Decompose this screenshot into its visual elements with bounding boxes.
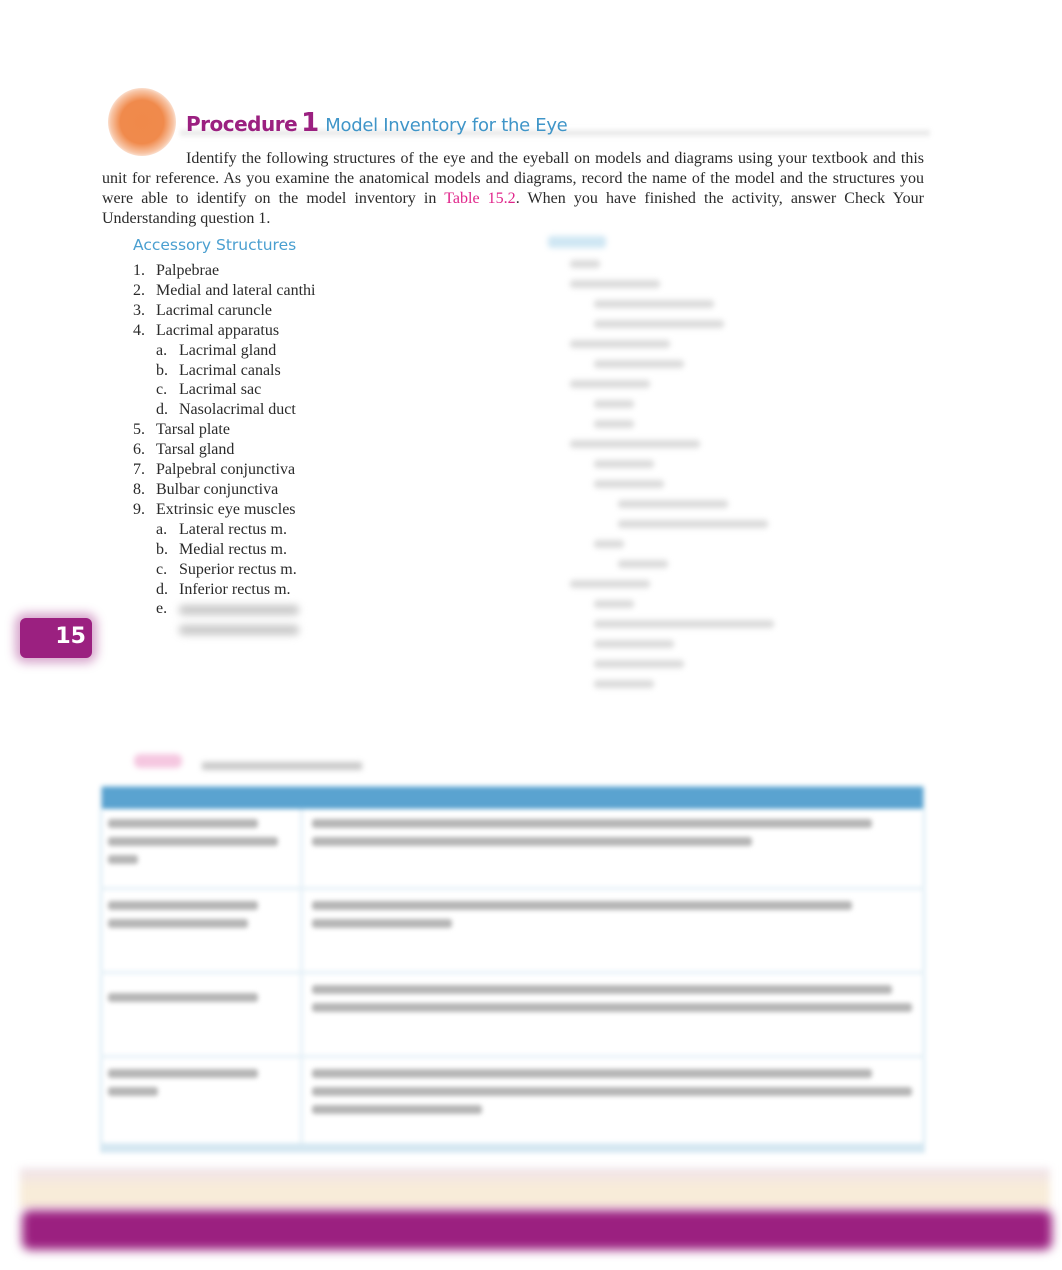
list-subitem: d. Nasolacrimal duct — [156, 401, 296, 419]
eyeball-structures-list-redacted — [548, 236, 808, 706]
footer-band-cream — [20, 1168, 1050, 1208]
table-reference-link[interactable]: Table 15.2 — [444, 190, 515, 207]
list-item: 3. Lacrimal caruncle — [133, 301, 272, 319]
list-subitem: d. Inferior rectus m. — [156, 580, 291, 598]
list-item: 4. Lacrimal apparatus — [133, 321, 280, 339]
list-item: 1. Palpebrae — [133, 262, 220, 279]
chapter-number: 15 — [55, 624, 86, 649]
procedure-subtitle: Model Inventory for the Eye — [325, 115, 568, 136]
list-item: 5. Tarsal plate — [133, 421, 230, 439]
chapter-tab: 15 — [20, 618, 92, 658]
procedure-instructions: Identify the following structures of the… — [102, 149, 924, 229]
list-item: 6. Tarsal gland — [133, 441, 235, 459]
list-subitem-redacted — [133, 619, 315, 639]
list-subitem: a. Lacrimal gland — [156, 341, 277, 359]
procedure-title: Procedure 1 Model Inventory for the Eye — [186, 108, 568, 138]
list-subitem-redacted: e. — [133, 599, 315, 619]
list-item: 8. Bulbar conjunctiva — [133, 480, 279, 498]
list-subitem: b. Lacrimal canals — [156, 361, 281, 379]
list-item: 7. Palpebral conjunctiva — [133, 461, 296, 479]
accessory-structures-heading: Accessory Structures — [133, 236, 297, 254]
list-item: 9. Extrinsic eye muscles — [133, 500, 296, 518]
list-subitem: a. Lateral rectus m. — [156, 520, 287, 538]
procedure-label: Procedure — [186, 112, 298, 136]
footer-band-purple — [22, 1210, 1052, 1250]
procedure-orange-dot-icon — [108, 88, 176, 156]
procedure-number: 1 — [301, 108, 320, 138]
redacted-text — [179, 604, 299, 615]
redacted-text — [179, 624, 299, 635]
list-subitem: c. Superior rectus m. — [156, 560, 297, 578]
list-subitem: b. Medial rectus m. — [156, 540, 287, 558]
table-caption-redacted — [104, 754, 364, 774]
accessory-structures-list: 1. Palpebrae 2. Medial and lateral canthi … — [133, 261, 315, 639]
redacted-heading — [548, 236, 606, 248]
list-subitem: c. Lacrimal sac — [156, 381, 262, 399]
model-inventory-table-redacted — [100, 785, 925, 1153]
list-item: 2. Medial and lateral canthi — [133, 281, 316, 299]
